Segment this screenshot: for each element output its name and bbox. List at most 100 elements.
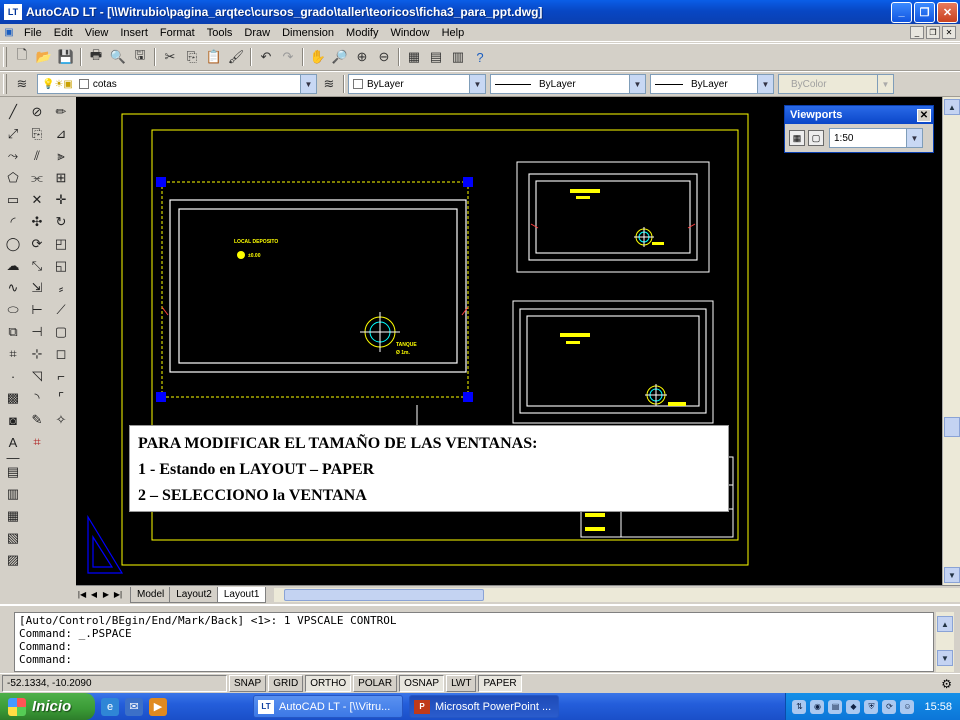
line-icon[interactable]: ╱	[1, 101, 25, 123]
properties-edit-icon[interactable]: ✎	[25, 409, 49, 431]
scale2-icon[interactable]: ◰	[49, 233, 73, 255]
copy-icon[interactable]: ⎘	[182, 47, 202, 67]
menu-help[interactable]: Help	[436, 27, 471, 39]
point-icon[interactable]: ·	[1, 365, 25, 387]
join-icon[interactable]: ◻	[49, 343, 73, 365]
color-dropdown[interactable]: ByLayer ▼	[348, 74, 486, 94]
erase-icon[interactable]: ⊘	[25, 101, 49, 123]
hatch-icon[interactable]: ▩	[1, 387, 25, 409]
stretch-icon[interactable]: ⇲	[25, 277, 49, 299]
offset2-icon[interactable]: ⫸	[49, 145, 73, 167]
doc-restore-button[interactable]: ❐	[926, 26, 940, 39]
copy-object-icon[interactable]: ⎘	[25, 123, 49, 145]
make-block-icon[interactable]: ⌗	[1, 343, 25, 365]
paste-icon[interactable]: 📋	[204, 47, 224, 67]
zoom-window-icon[interactable]: ⊕	[352, 47, 372, 67]
lineweight-dropdown[interactable]: ByLayer ▼	[650, 74, 774, 94]
rectangle-icon[interactable]: ▭	[1, 189, 25, 211]
explode-icon[interactable]: ✕	[25, 189, 49, 211]
minimize-button[interactable]: _	[891, 1, 912, 23]
command-history[interactable]: [Auto/Control/BEgin/End/Mark/Back] <1>: …	[14, 612, 934, 672]
match-properties-icon[interactable]: 🖌	[226, 47, 246, 67]
linetype-dropdown[interactable]: ByLayer ▼	[490, 74, 646, 94]
scale-icon[interactable]: ⤡	[25, 255, 49, 277]
taskbar-autocad[interactable]: LT AutoCAD LT - [\\Vitru...	[253, 695, 403, 718]
security-icon[interactable]: ⛨	[864, 699, 879, 714]
close-icon[interactable]: ✕	[917, 108, 931, 122]
extend2-icon[interactable]: ⟋	[49, 299, 73, 321]
vertical-scrollbar[interactable]: ▲ ▼	[942, 97, 960, 585]
last-tab-icon[interactable]: ▶|	[112, 590, 124, 599]
layer-dropdown[interactable]: 💡☀▣ cotas ▼	[37, 74, 317, 94]
doc-close-button[interactable]: ✕	[942, 26, 956, 39]
scroll-thumb[interactable]	[944, 417, 960, 437]
plot-preview-icon[interactable]: 🔍	[108, 47, 128, 67]
paper-toggle[interactable]: PAPER	[478, 675, 522, 692]
tool-palettes-icon[interactable]: ▥	[448, 47, 468, 67]
viewport-scale-dropdown[interactable]: 1:50 ▼	[829, 128, 923, 148]
trim-icon[interactable]: ⊢	[25, 299, 49, 321]
ie-icon[interactable]: e	[101, 697, 119, 716]
move-icon[interactable]: ✣	[25, 211, 49, 233]
menu-window[interactable]: Window	[384, 27, 435, 39]
menu-insert[interactable]: Insert	[114, 27, 154, 39]
tray-settings-icon[interactable]: ⚙	[941, 677, 952, 691]
outlook-icon[interactable]: ✉	[125, 697, 143, 716]
break-icon[interactable]: ⊹	[25, 343, 49, 365]
dimension-linear-icon[interactable]: ▤	[1, 461, 25, 483]
revision-cloud-icon[interactable]: ☁	[1, 255, 25, 277]
offset-icon[interactable]: ⫘	[25, 167, 49, 189]
network-icon[interactable]: ⇅	[792, 699, 807, 714]
draw-order-icon[interactable]: ⌗	[25, 431, 49, 453]
toolbar-grip[interactable]	[3, 47, 7, 67]
undo-icon[interactable]: ↶	[256, 47, 276, 67]
pan-icon[interactable]: ✋	[308, 47, 328, 67]
redo-icon[interactable]: ↷	[278, 47, 298, 67]
open-icon[interactable]: 📂	[34, 47, 54, 67]
scroll-down-icon[interactable]: ▼	[944, 567, 960, 583]
antivirus-icon[interactable]: ◉	[810, 699, 825, 714]
menu-modify[interactable]: Modify	[340, 27, 384, 39]
rotate-icon[interactable]: ⟳	[25, 233, 49, 255]
arc-icon[interactable]: ◜	[1, 211, 25, 233]
menu-dimension[interactable]: Dimension	[276, 27, 340, 39]
grid-toggle[interactable]: GRID	[268, 675, 304, 692]
construction-line-icon[interactable]: ⤢	[1, 123, 25, 145]
scroll-down-icon[interactable]: ▼	[937, 650, 953, 666]
region-icon[interactable]: ◙	[1, 409, 25, 431]
polyline-icon[interactable]: ⤳	[1, 145, 25, 167]
command-prompt[interactable]: Command:	[19, 653, 929, 666]
scroll-up-icon[interactable]: ▲	[944, 99, 960, 115]
first-tab-icon[interactable]: |◀	[76, 590, 88, 599]
chamfer2-icon[interactable]: ⌐	[49, 365, 73, 387]
menu-tools[interactable]: Tools	[201, 27, 239, 39]
ellipse-icon[interactable]: ⬭	[1, 299, 25, 321]
chevron-down-icon[interactable]: ▼	[906, 129, 922, 147]
maximize-button[interactable]: ❐	[914, 1, 935, 23]
cut-icon[interactable]: ✂	[160, 47, 180, 67]
tab-layout1[interactable]: Layout1	[216, 586, 267, 603]
volume-icon[interactable]: ◆	[846, 699, 861, 714]
stretch2-icon[interactable]: ◱	[49, 255, 73, 277]
tab-model[interactable]: Model	[130, 586, 172, 603]
start-button[interactable]: Inicio	[0, 693, 95, 720]
chevron-down-icon[interactable]: ▼	[629, 75, 645, 93]
osnap-toggle[interactable]: OSNAP	[399, 675, 445, 692]
chevron-down-icon[interactable]: ▼	[469, 75, 485, 93]
next-tab-icon[interactable]: ▶	[100, 590, 112, 599]
mirror-icon[interactable]: ⫽	[25, 145, 49, 167]
menu-edit[interactable]: Edit	[48, 27, 79, 39]
close-button[interactable]: ✕	[937, 1, 958, 23]
scroll-thumb[interactable]	[284, 588, 485, 601]
printer-icon[interactable]: ▤	[828, 699, 843, 714]
chevron-down-icon[interactable]: ▼	[757, 75, 773, 93]
array-icon[interactable]: ⊞	[49, 167, 73, 189]
print-icon[interactable]: 🖶	[86, 47, 106, 67]
dimension-style-icon[interactable]: ▦	[1, 505, 25, 527]
polar-toggle[interactable]: POLAR	[353, 675, 398, 692]
save-icon[interactable]: 💾	[56, 47, 76, 67]
move2-icon[interactable]: ✛	[49, 189, 73, 211]
spline-icon[interactable]: ∿	[1, 277, 25, 299]
toolbar-grip[interactable]	[3, 74, 7, 94]
chevron-down-icon[interactable]: ▼	[300, 75, 316, 93]
